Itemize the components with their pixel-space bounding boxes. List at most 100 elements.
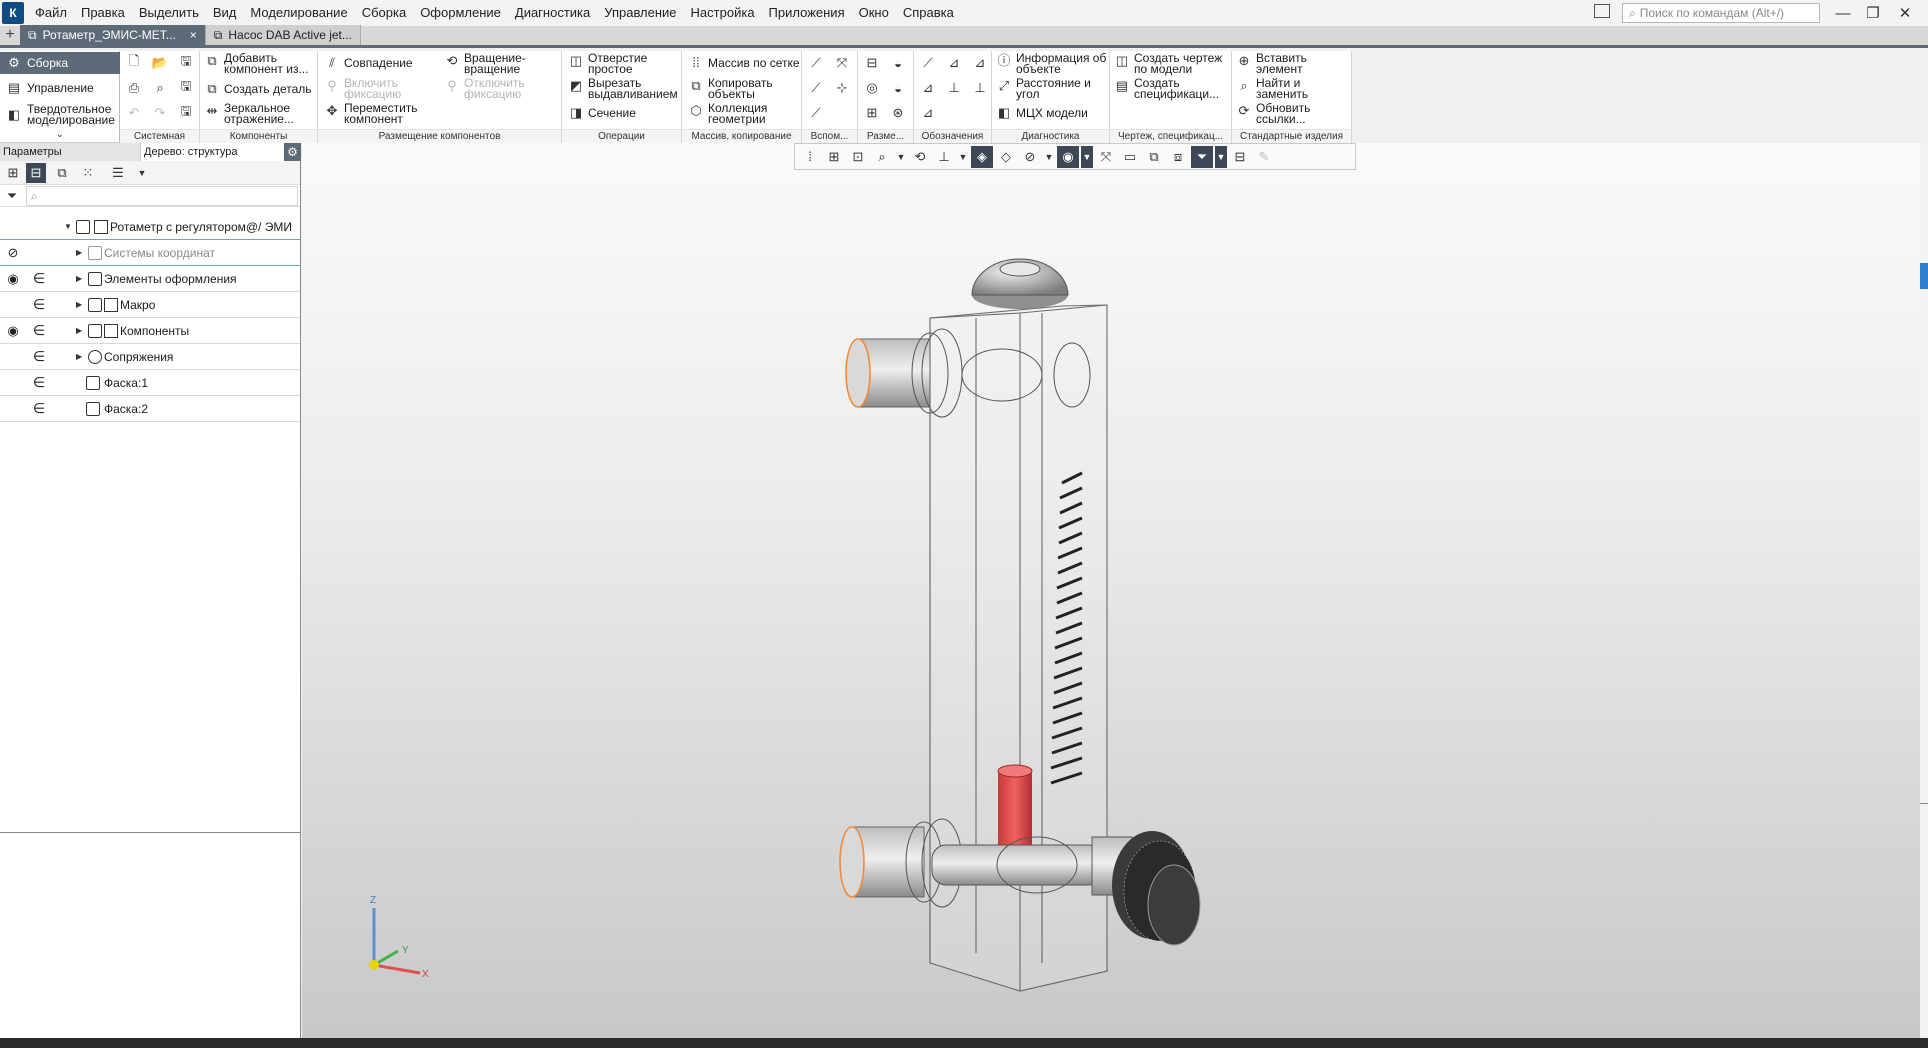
section-button[interactable]: ◨ Сечение <box>568 105 636 121</box>
minimize-icon[interactable]: — <box>1828 0 1858 26</box>
section-view-icon[interactable]: ⤧ <box>1095 146 1117 168</box>
chamfer-dim-icon[interactable]: ⊛ <box>888 103 908 123</box>
menu-settings[interactable]: Настройка <box>684 0 762 26</box>
create-part-button[interactable]: ⧉ Создать деталь <box>204 81 311 97</box>
include-icon[interactable]: ∈ <box>32 322 46 339</box>
menu-management[interactable]: Управление <box>597 0 683 26</box>
line-icon[interactable]: ⟋ <box>806 78 826 98</box>
include-icon[interactable]: ∈ <box>32 400 46 417</box>
wireframe-icon[interactable]: ◇ <box>995 146 1017 168</box>
grip-icon[interactable]: ⁞ <box>799 146 821 168</box>
sheet-icon[interactable]: ▭ <box>1119 146 1141 168</box>
copy-objects-button[interactable]: ⧉ Копировать объекты <box>688 77 772 100</box>
collapsed-arrow-icon[interactable]: ▶ <box>76 300 82 309</box>
tree-item-chamfer-1[interactable]: ∈ Фаска:1 <box>0 370 300 396</box>
command-search-input[interactable]: ⌕ Поиск по командам (Alt+/) <box>1622 3 1820 23</box>
view-manager-icon[interactable]: ⧈ <box>1167 146 1189 168</box>
app-logo-icon[interactable]: К <box>2 2 24 24</box>
mirror-button[interactable]: ⇹ Зеркальное отражение... <box>204 102 294 125</box>
menu-edit[interactable]: Правка <box>74 0 132 26</box>
display-mode-icon[interactable]: ◉ <box>1057 145 1079 168</box>
selection-filter-icon[interactable]: ⏷ <box>1191 145 1213 168</box>
base-icon[interactable]: ⊿ <box>970 53 990 73</box>
grid-array-button[interactable]: ⁞⁞ Массив по сетке <box>688 55 799 71</box>
position-icon[interactable]: ⊿ <box>918 103 938 123</box>
visible-eye-icon[interactable]: ◉ <box>4 323 22 339</box>
diam-dim-icon[interactable]: ◒ <box>888 78 908 98</box>
scroll-thumb[interactable] <box>1920 263 1928 289</box>
rotate-view-icon[interactable]: ⟲ <box>909 146 931 168</box>
roughness-icon[interactable]: ⊿ <box>944 53 964 73</box>
find-replace-button[interactable]: ⌕ Найти и заменить <box>1236 77 1308 100</box>
visible-eye-icon[interactable]: ◉ <box>4 271 22 287</box>
properties-icon[interactable]: ⊟ <box>1229 146 1251 168</box>
tree-view-icon[interactable]: ⊞ <box>3 163 23 183</box>
enable-fix-button[interactable]: ⚲ Включить фиксацию <box>324 77 401 100</box>
collapsed-arrow-icon[interactable]: ▶ <box>76 352 82 361</box>
menu-select[interactable]: Выделить <box>132 0 206 26</box>
auto-dim-icon[interactable]: ⊞ <box>862 103 882 123</box>
axis-icon[interactable]: ⤧ <box>832 53 852 73</box>
hide-icon[interactable]: ⊘ <box>1019 146 1041 168</box>
tree-item-coord-systems[interactable]: ⊘ ▶ Системы координат <box>0 240 300 266</box>
update-links-button[interactable]: ⟳ Обновить ссылки... <box>1236 102 1311 125</box>
save-as-icon[interactable]: 🖫 <box>176 103 196 123</box>
menu-help[interactable]: Справка <box>896 0 961 26</box>
new-tab-icon[interactable]: + <box>0 25 20 45</box>
shaded-icon[interactable]: ◈ <box>971 145 993 168</box>
point-icon[interactable]: ⊹ <box>832 78 852 98</box>
3d-viewport[interactable]: Z Y X <box>302 143 1920 1038</box>
collapsed-arrow-icon[interactable]: ▶ <box>76 274 82 283</box>
new-doc-icon[interactable]: 🗋 <box>124 53 144 73</box>
mode-management[interactable]: ▤ Управление <box>0 77 120 99</box>
tree-root[interactable]: ▼ Ротаметр с регулятором@/ ЭМИ <box>0 214 300 240</box>
undo-icon[interactable]: ↶ <box>124 103 144 123</box>
tree-item-macro[interactable]: ∈ ▶ Макро <box>0 292 300 318</box>
redo-icon[interactable]: ↷ <box>150 103 170 123</box>
expanded-arrow-icon[interactable]: ▼ <box>64 222 72 231</box>
orientation-icon[interactable]: ⊥ <box>933 146 955 168</box>
include-icon[interactable]: ∈ <box>32 348 46 365</box>
hide-dropdown-icon[interactable]: ▼ <box>1043 146 1055 168</box>
rotate-rotate-button[interactable]: ⟲ Вращение-вращение <box>444 52 526 75</box>
radial-dim-icon[interactable]: ◒ <box>888 53 908 73</box>
hole-button[interactable]: ◫ Отверстие простое <box>568 52 647 75</box>
linear-dim-icon[interactable]: ⊟ <box>862 53 882 73</box>
coincidence-button[interactable]: ⫽ Совпадение <box>324 55 412 71</box>
print-icon[interactable]: ⎙ <box>124 78 144 98</box>
include-icon[interactable]: ∈ <box>32 374 46 391</box>
zoom-dropdown-icon[interactable]: ▼ <box>895 146 907 168</box>
tab-rotameter[interactable]: ⧉ Ротаметр_ЭМИС-МЕТ... × <box>20 25 206 45</box>
angle-dim-icon[interactable]: ◎ <box>862 78 882 98</box>
layers-icon[interactable]: ⧉ <box>1143 146 1165 168</box>
tab-pump[interactable]: ⧉ Насос DAB Active jet... <box>205 25 361 45</box>
disable-fix-button[interactable]: ⚲ Отключить фиксацию <box>444 77 524 100</box>
tree-item-components[interactable]: ◉ ∈ ▶ Компоненты <box>0 318 300 344</box>
menu-assembly[interactable]: Сборка <box>355 0 414 26</box>
sort-icon[interactable]: ☰ <box>108 163 128 183</box>
sketch-icon[interactable]: ⟋ <box>806 103 826 123</box>
menu-apps[interactable]: Приложения <box>762 0 852 26</box>
plane-icon[interactable]: ⟋ <box>806 53 826 73</box>
tree-settings-icon[interactable]: ⚙ <box>284 143 301 161</box>
panel-toggle-icon[interactable] <box>1594 4 1610 18</box>
filter-dropdown-icon[interactable]: ▼ <box>1215 145 1227 168</box>
menu-view[interactable]: Вид <box>206 0 244 26</box>
distance-angle-button[interactable]: ⤢ Расстояние и угол <box>996 77 1091 100</box>
menu-diagnostics[interactable]: Диагностика <box>508 0 597 26</box>
rotameter-model[interactable]: Z Y X <box>302 143 1920 1038</box>
collapsed-arrow-icon[interactable]: ▶ <box>76 248 82 257</box>
include-icon[interactable]: ∈ <box>32 296 46 313</box>
close-tab-icon[interactable]: × <box>190 28 197 42</box>
menu-design[interactable]: Оформление <box>413 0 508 26</box>
open-icon[interactable]: 📂 <box>150 53 170 73</box>
preview-icon[interactable]: ⌕ <box>150 78 170 98</box>
object-info-button[interactable]: ⓘ Информация об объекте <box>996 52 1106 75</box>
panel-divider[interactable] <box>0 832 300 833</box>
leader-icon[interactable]: ⟋ <box>918 53 938 73</box>
zoom-window-icon[interactable]: ⊡ <box>847 146 869 168</box>
mark-icon[interactable]: ⊥ <box>944 78 964 98</box>
collapsed-arrow-icon[interactable]: ▶ <box>76 326 82 335</box>
weld-icon[interactable]: ⊥ <box>970 78 990 98</box>
filter-icon[interactable]: ⏷ <box>2 186 22 206</box>
